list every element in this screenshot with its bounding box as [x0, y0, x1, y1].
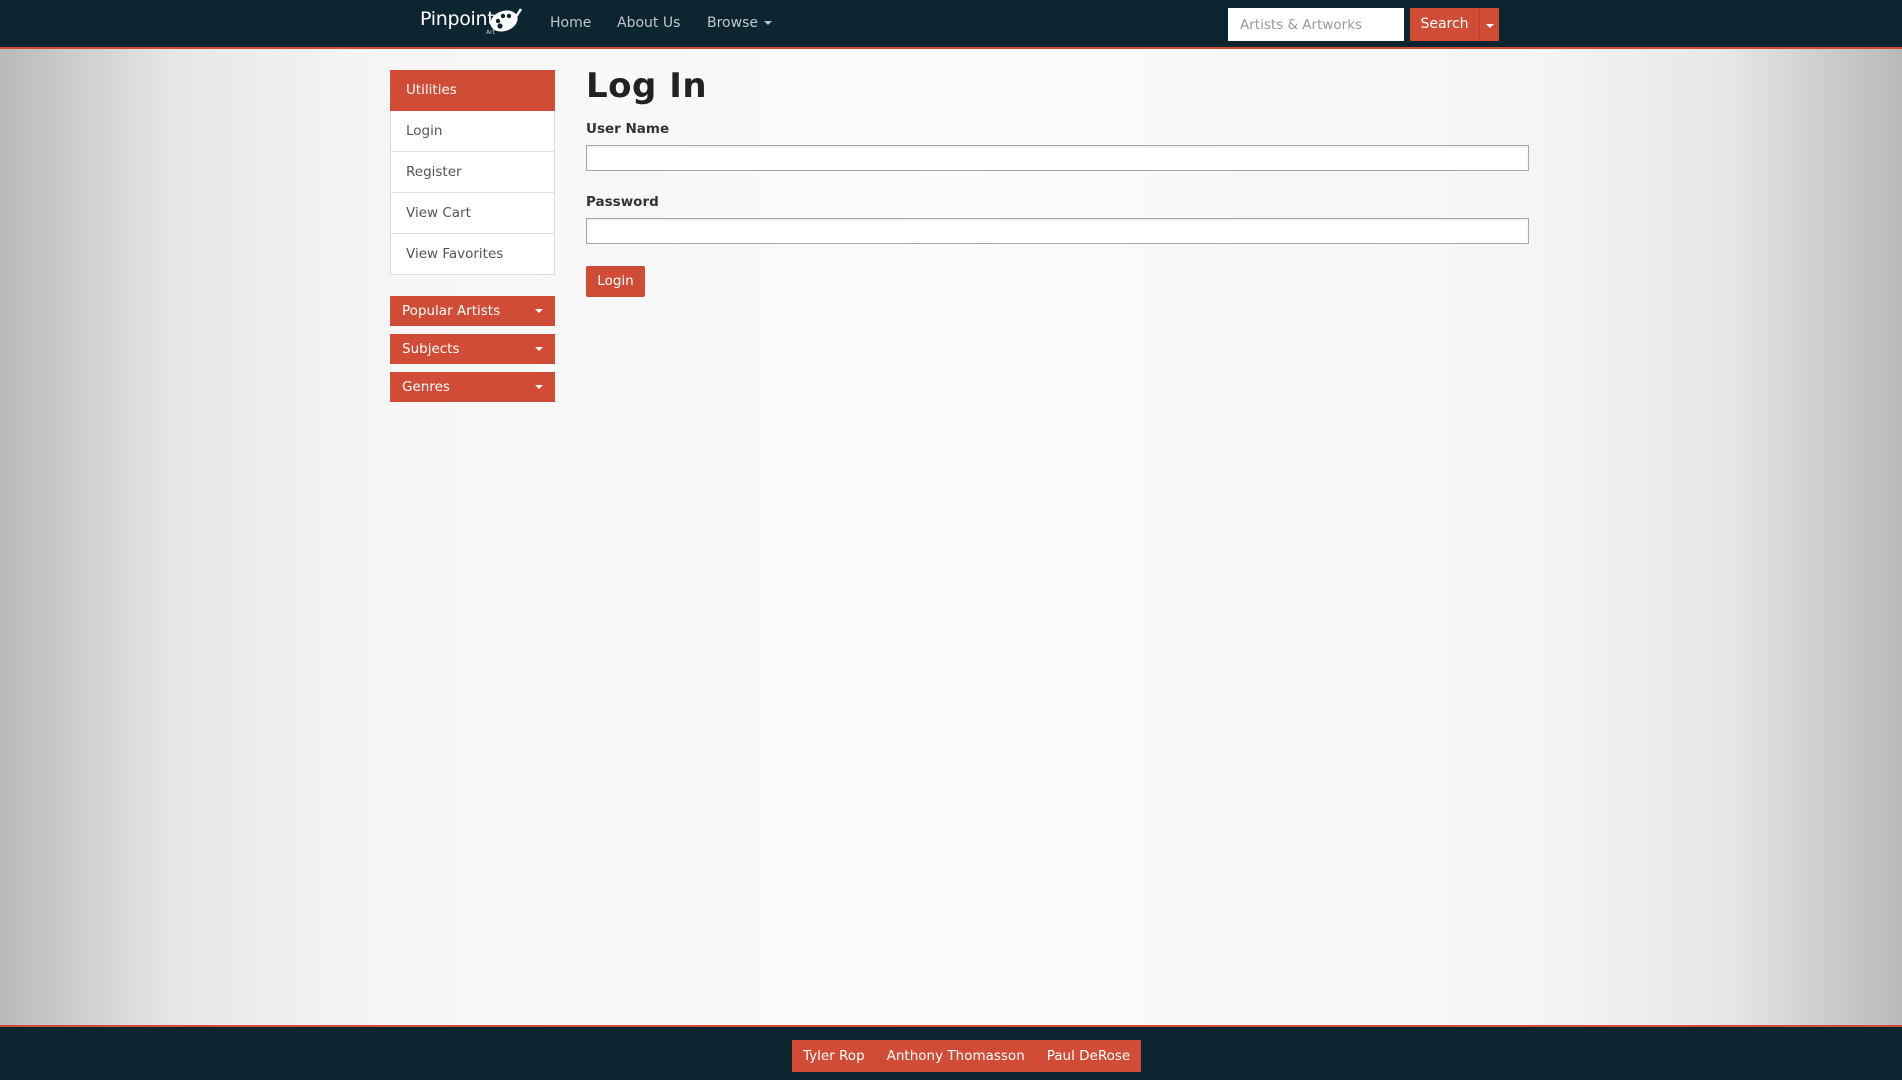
utilities-panel: Utilities Login Register View Cart View …: [390, 70, 555, 275]
popular-artists-label: Popular Artists: [402, 303, 501, 319]
credit-paul-derose[interactable]: Paul DeRose: [1035, 1040, 1142, 1072]
login-button[interactable]: Login: [586, 266, 645, 297]
password-field[interactable]: [586, 218, 1529, 244]
chevron-down-icon: [535, 309, 543, 313]
nav-home-link[interactable]: Home: [550, 15, 591, 31]
subjects-label: Subjects: [402, 341, 460, 357]
subjects-dropdown[interactable]: Subjects: [390, 334, 555, 364]
nav-browse-label: Browse: [707, 15, 758, 31]
nav-about-link[interactable]: About Us: [617, 15, 680, 31]
username-field[interactable]: [586, 145, 1529, 171]
brand-name: Pinpoint: [420, 8, 495, 30]
username-label: User Name: [586, 121, 670, 137]
footer: Tyler Rop Anthony Thomasson Paul DeRose: [0, 1025, 1902, 1080]
credit-tyler-rop[interactable]: Tyler Rop: [792, 1040, 876, 1072]
nav-browse-dropdown[interactable]: Browse: [707, 15, 772, 31]
brand-logo[interactable]: Pinpoint Art: [420, 5, 522, 43]
search-options-toggle[interactable]: [1480, 8, 1499, 41]
genres-label: Genres: [402, 379, 450, 395]
popular-artists-dropdown[interactable]: Popular Artists: [390, 296, 555, 326]
chevron-down-icon: [763, 21, 772, 25]
sidebar-item-register[interactable]: Register: [390, 152, 555, 193]
chevron-down-icon: [535, 385, 543, 389]
chevron-down-icon: [1486, 24, 1494, 28]
page-title: Log In: [586, 66, 708, 106]
palette-icon: [490, 8, 522, 32]
credit-anthony-thomasson[interactable]: Anthony Thomasson: [875, 1040, 1036, 1072]
search-button[interactable]: Search: [1410, 8, 1480, 41]
sidebar-item-view-favorites[interactable]: View Favorites: [390, 234, 555, 275]
chevron-down-icon: [535, 347, 543, 351]
utilities-panel-title: Utilities: [390, 70, 555, 111]
search-input[interactable]: [1228, 8, 1404, 41]
sidebar-item-login[interactable]: Login: [390, 111, 555, 152]
top-navbar: Pinpoint Art Home About Us Browse Search: [0, 0, 1902, 49]
genres-dropdown[interactable]: Genres: [390, 372, 555, 402]
sidebar-item-view-cart[interactable]: View Cart: [390, 193, 555, 234]
credits-group: Tyler Rop Anthony Thomasson Paul DeRose: [792, 1040, 1142, 1072]
password-label: Password: [586, 194, 659, 210]
